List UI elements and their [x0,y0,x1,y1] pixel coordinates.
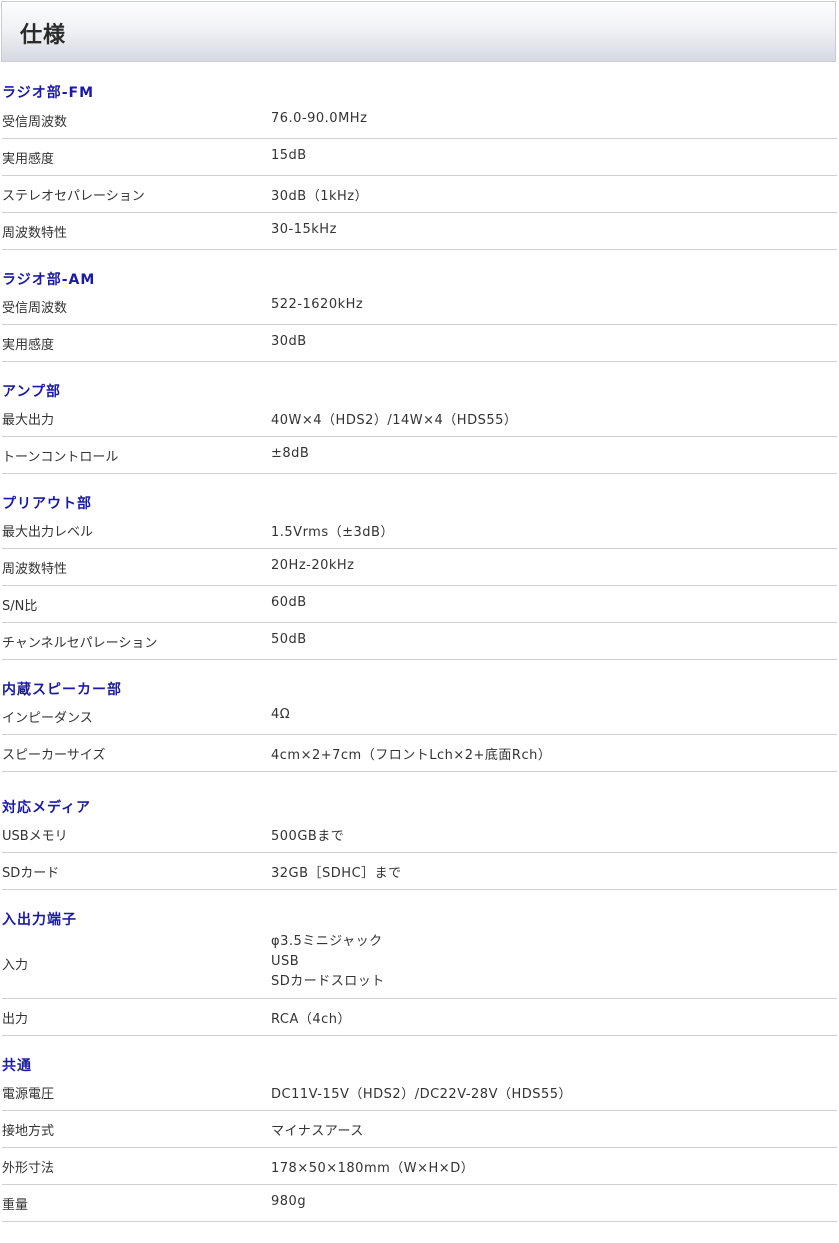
section-title-io: 入出力端子 [2,912,77,928]
spec-row: 接地方式 マイナスアース [2,1111,837,1148]
section-title-speaker: 内蔵スピーカー部 [2,682,122,698]
spec-value: 30dB（1kHz） [271,189,369,204]
spec-row: ステレオセパレーション 30dB（1kHz） [2,176,837,213]
spec-value-line: SDカードスロット [271,974,385,989]
spec-value: 50dB [271,632,307,647]
spec-label: 電源電圧 [2,1087,55,1102]
spec-value: 30dB [271,334,307,349]
spec-label: S/N比 [2,599,38,614]
spec-value: ±8dB [271,446,310,461]
spec-value: DC11V-15V（HDS2）/DC22V-28V（HDS55） [271,1087,573,1102]
spec-row: 受信周波数 522-1620kHz [2,288,837,325]
spec-value: 500GBまで [271,829,345,844]
spec-value: 980g [271,1194,307,1209]
section-title-radio-am: ラジオ部-AM [2,272,96,288]
spec-value: 522-1620kHz [271,297,364,312]
section-title-media: 対応メディア [2,800,92,816]
spec-label: スピーカーサイズ [2,748,106,763]
spec-row: インピーダンス 4Ω [2,698,837,735]
spec-value: 4cm×2+7cm（フロントLch×2+底面Rch） [271,748,552,763]
spec-label: 受信周波数 [2,301,68,316]
spec-label: USBメモリ [2,829,68,844]
spec-label: 接地方式 [2,1124,55,1139]
section-title-preout: プリアウト部 [2,496,92,512]
spec-label: 重量 [2,1198,29,1213]
spec-value: 1.5Vrms（±3dB） [271,525,394,540]
spec-value-line: USB [271,954,300,969]
page-title: 仕様 [20,23,67,48]
spec-row: 周波数特性 20Hz-20kHz [2,549,837,586]
spec-value: マイナスアース [271,1124,364,1139]
spec-row: 実用感度 15dB [2,139,837,176]
spec-label: 最大出力レベル [2,525,94,540]
spec-row: 外形寸法 178×50×180mm（W×H×D） [2,1148,837,1185]
spec-row: 電源電圧 DC11V-15V（HDS2）/DC22V-28V（HDS55） [2,1074,837,1111]
section-title-amp: アンプ部 [2,384,62,400]
spec-value: 20Hz-20kHz [271,558,355,573]
spec-value: 4Ω [271,707,291,722]
spec-label: 最大出力 [2,413,55,428]
spec-label: SDカード [2,866,60,881]
spec-label: 出力 [2,1012,29,1027]
spec-row: 周波数特性 30-15kHz [2,213,837,250]
spec-label: チャンネルセパレーション [2,636,158,651]
spec-row: S/N比 60dB [2,586,837,623]
spec-label: ステレオセパレーション [2,189,145,204]
spec-row: 重量 980g [2,1185,837,1222]
spec-row: 入力 φ3.5ミニジャック USB SDカードスロット [2,928,837,999]
spec-value: 30-15kHz [271,222,337,237]
spec-label: 周波数特性 [2,226,68,241]
spec-label: 実用感度 [2,152,55,167]
spec-row: チャンネルセパレーション 50dB [2,623,837,660]
spec-value: 60dB [271,595,307,610]
spec-row: 実用感度 30dB [2,325,837,362]
spec-value: 32GB［SDHC］まで [271,866,402,881]
spec-value: RCA（4ch） [271,1012,352,1027]
spec-label: 入力 [2,958,29,973]
spec-value: 15dB [271,148,307,163]
spec-value: 76.0-90.0MHz [271,111,368,126]
spec-value-list: φ3.5ミニジャック USB SDカードスロット [271,932,385,992]
spec-row: 最大出力レベル 1.5Vrms（±3dB） [2,512,837,549]
spec-value: 40W×4（HDS2）/14W×4（HDS55） [271,413,518,428]
section-title-common: 共通 [2,1058,32,1074]
spec-row: USBメモリ 500GBまで [2,816,837,853]
spec-value: 178×50×180mm（W×H×D） [271,1161,475,1176]
spec-label: 周波数特性 [2,562,68,577]
spec-label: インピーダンス [2,711,93,726]
page-header: 仕様 [1,1,836,62]
spec-row: トーンコントロール ±8dB [2,437,837,474]
spec-row: スピーカーサイズ 4cm×2+7cm（フロントLch×2+底面Rch） [2,735,837,772]
spec-row: 受信周波数 76.0-90.0MHz [2,102,837,139]
section-title-radio-fm: ラジオ部-FM [2,85,95,101]
spec-label: 受信周波数 [2,115,68,130]
spec-row: 最大出力 40W×4（HDS2）/14W×4（HDS55） [2,400,837,437]
spec-label: 外形寸法 [2,1161,55,1176]
spec-row: SDカード 32GB［SDHC］まで [2,853,837,890]
spec-row: 出力 RCA（4ch） [2,999,837,1036]
spec-label: 実用感度 [2,338,55,353]
spec-label: トーンコントロール [2,450,119,465]
spec-value-line: φ3.5ミニジャック [271,934,383,949]
